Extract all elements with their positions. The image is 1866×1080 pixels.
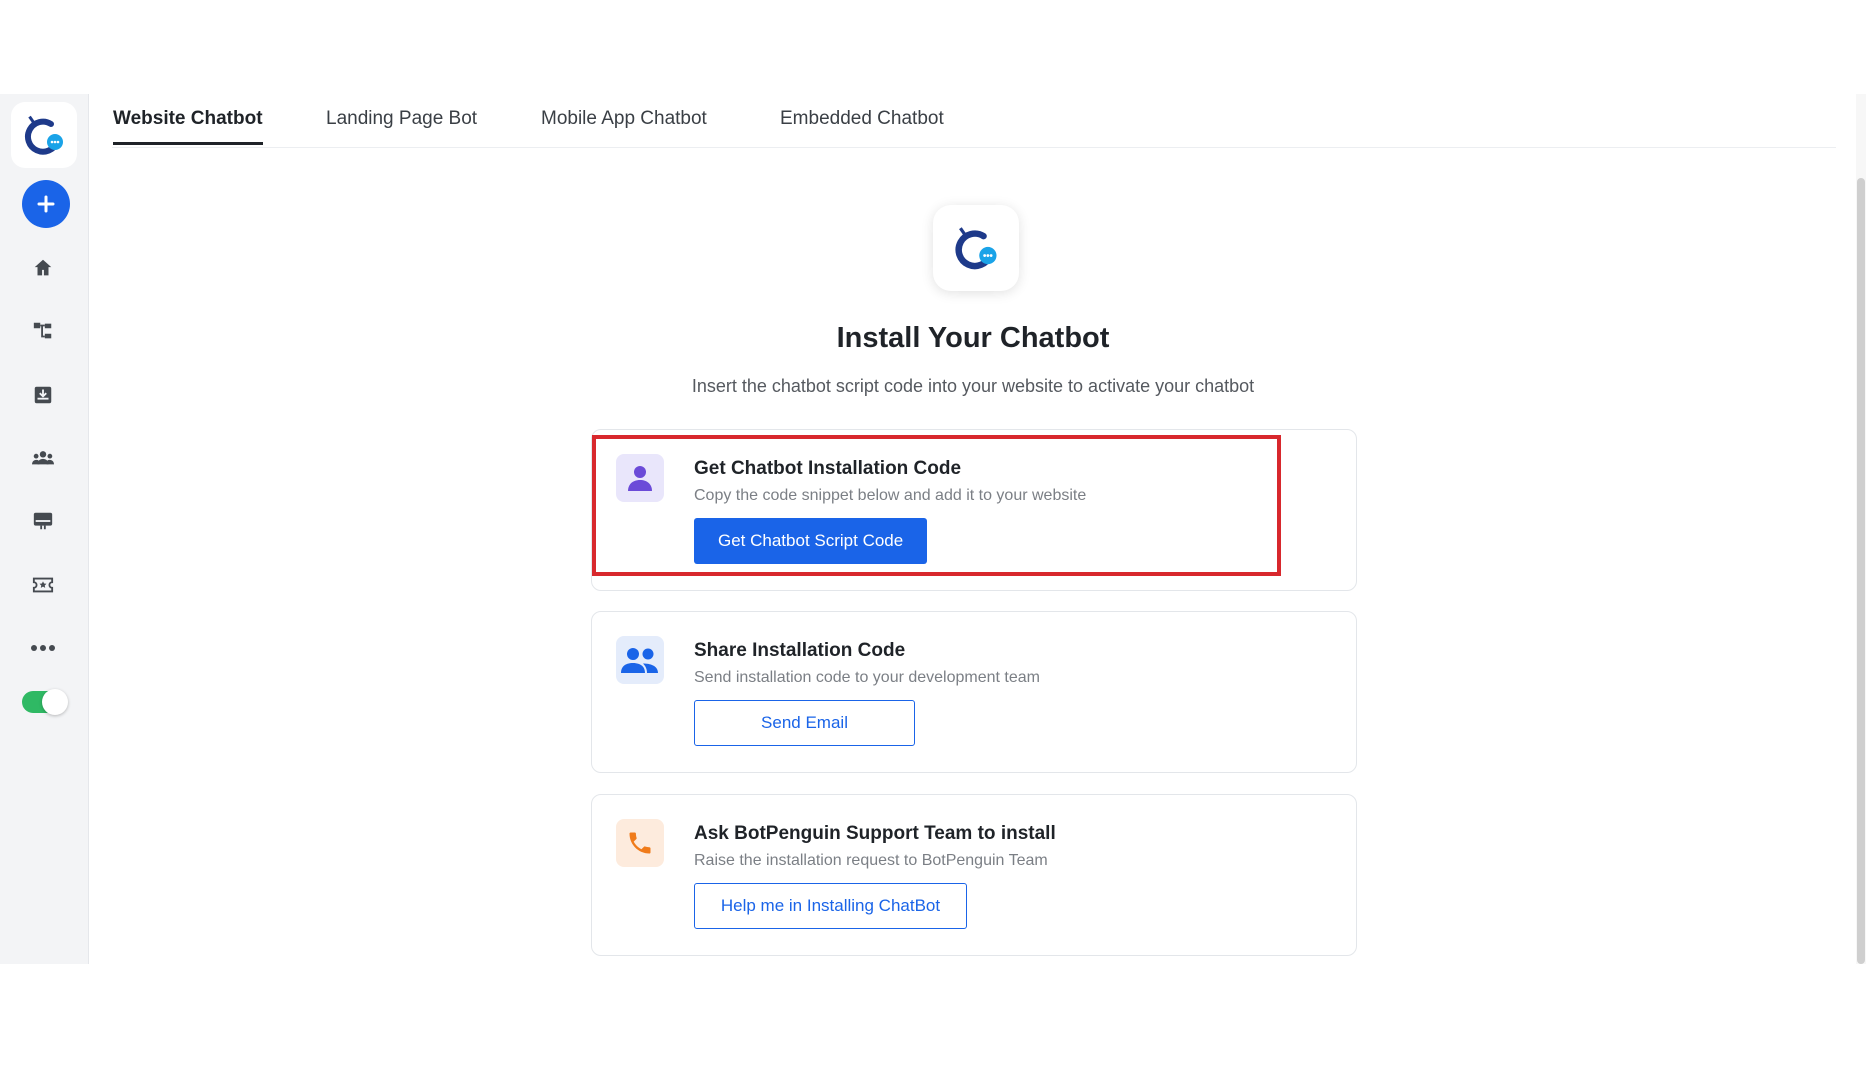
person-icon — [628, 466, 652, 491]
app-window: Website Chatbot Landing Page Bot Mobile … — [0, 94, 1866, 964]
more-icon — [31, 645, 55, 651]
home-icon — [34, 259, 52, 276]
sidebar-item-tickets[interactable] — [26, 568, 60, 602]
scrollbar-thumb[interactable] — [1857, 178, 1865, 964]
card-icon-box — [616, 819, 664, 867]
page-subtitle: Insert the chatbot script code into your… — [691, 376, 1255, 396]
monitor-icon — [33, 512, 53, 530]
tab-mobile-app-chatbot[interactable]: Mobile App Chatbot — [541, 108, 707, 145]
card-icon-box — [616, 454, 664, 502]
help-installing-button[interactable]: Help me in Installing ChatBot — [694, 883, 967, 929]
sidebar-item-more[interactable] — [26, 631, 60, 665]
card-description: Send installation code to your developme… — [694, 669, 1040, 686]
cube-logo-icon — [955, 227, 997, 270]
tab-embedded-chatbot[interactable]: Embedded Chatbot — [780, 108, 944, 145]
chatbot-logo — [933, 205, 1019, 291]
logo[interactable] — [11, 102, 77, 168]
card-title: Ask BotPenguin Support Team to install — [694, 823, 1056, 844]
plus-icon — [37, 195, 55, 213]
ticket-icon — [32, 577, 54, 593]
card-icon-box — [616, 636, 664, 684]
sidebar-item-users[interactable] — [26, 441, 60, 475]
cube-logo-icon — [24, 115, 63, 155]
sidebar-item-home[interactable] — [26, 251, 60, 285]
tab-bar: Website Chatbot Landing Page Bot Mobile … — [112, 94, 1836, 148]
get-script-code-button[interactable]: Get Chatbot Script Code — [694, 518, 928, 564]
users-icon — [32, 451, 54, 465]
card-title: Share Installation Code — [694, 640, 906, 661]
scrollbar[interactable] — [1856, 94, 1866, 964]
send-email-button[interactable]: Send Email — [694, 700, 915, 746]
tab-landing-page-bot[interactable]: Landing Page Bot — [326, 108, 477, 145]
card-get-code: Get Chatbot Installation Code Copy the c… — [591, 429, 1357, 591]
card-share-code: Share Installation Code Send installatio… — [591, 611, 1357, 773]
team-icon — [621, 648, 658, 673]
card-description: Copy the code snippet below and add it t… — [694, 487, 1087, 504]
card-description: Raise the installation request to BotPen… — [694, 852, 1048, 869]
sidebar-item-monitor[interactable] — [26, 504, 60, 538]
tab-website-chatbot[interactable]: Website Chatbot — [113, 108, 263, 145]
card-title: Get Chatbot Installation Code — [694, 458, 962, 479]
page-title: Install Your Chatbot — [836, 322, 1110, 354]
card-ask-support: Ask BotPenguin Support Team to install R… — [591, 794, 1357, 956]
theme-toggle[interactable] — [22, 689, 68, 715]
add-button[interactable] — [22, 180, 70, 228]
phone-icon — [629, 832, 651, 854]
sidebar — [0, 94, 89, 964]
toggle-knob — [42, 689, 68, 715]
